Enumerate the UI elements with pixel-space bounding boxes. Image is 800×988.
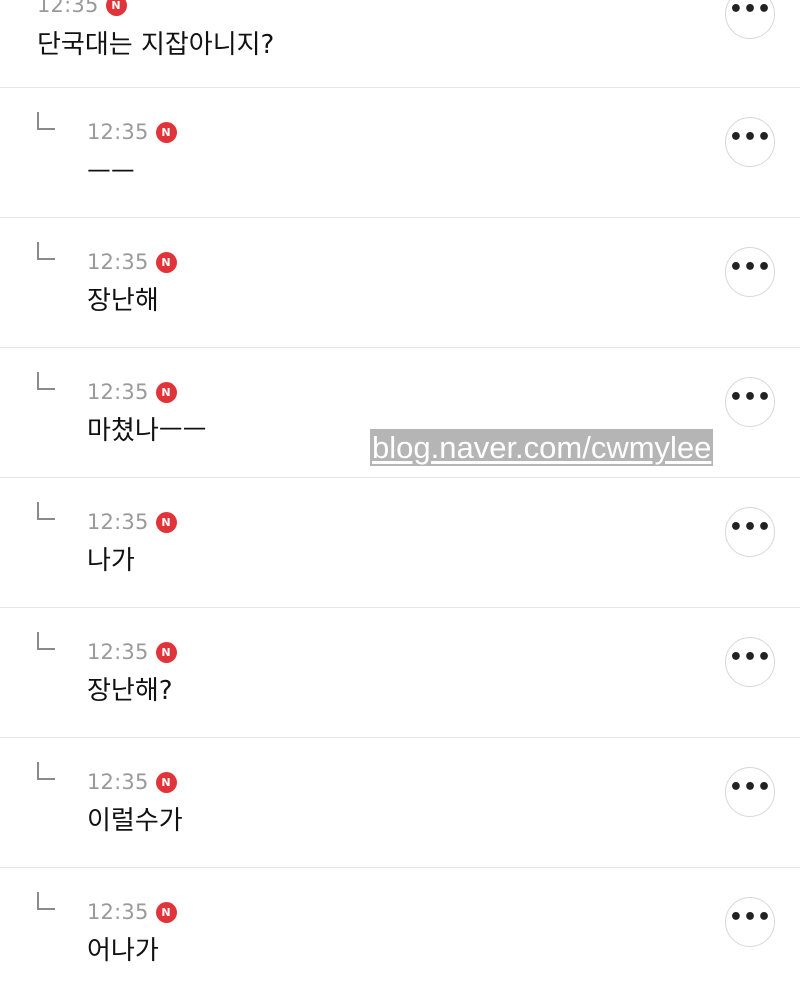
reply-arrow-icon: [37, 372, 55, 390]
reply-item: 12:35 N 나가 •••: [0, 478, 800, 608]
comment-meta: 12:35 N: [87, 119, 177, 145]
reply-item: 12:35 N 이럴수가 •••: [0, 738, 800, 868]
reply-arrow-icon: [37, 112, 55, 130]
comment-text: 어나가: [87, 936, 159, 966]
comment-text: 마쳤나ㅡㅡ: [87, 416, 207, 446]
watermark-link: blog.naver.com/cwmylee: [370, 429, 714, 466]
new-badge-icon: N: [155, 251, 177, 273]
comment-text: 단국대는 지잡아니지?: [37, 30, 275, 60]
more-options-icon: •••: [728, 644, 772, 670]
comment-meta: 12:35 N: [87, 249, 177, 275]
comment-text: 나가: [87, 546, 135, 576]
more-options-icon: •••: [728, 384, 772, 410]
more-options-button[interactable]: •••: [725, 377, 775, 427]
more-options-button[interactable]: •••: [725, 0, 775, 39]
reply-item: 12:35 N 어나가 •••: [0, 868, 800, 988]
more-options-button[interactable]: •••: [725, 117, 775, 167]
comment-time: 12:35: [87, 900, 149, 924]
comment-text: 이럴수가: [87, 806, 183, 836]
comment-time: 12:35: [87, 640, 149, 664]
comment-time: 12:35: [87, 770, 149, 794]
new-badge-icon: N: [155, 641, 177, 663]
comment-text: 장난해: [87, 286, 159, 316]
reply-arrow-icon: [37, 892, 55, 910]
more-options-icon: •••: [728, 514, 772, 540]
reply-item: 12:35 N ㅡㅡ •••: [0, 88, 800, 218]
more-options-button[interactable]: •••: [725, 637, 775, 687]
reply-item: 12:35 N 장난해? •••: [0, 608, 800, 738]
more-options-icon: •••: [728, 0, 772, 22]
comment-text: 장난해?: [87, 676, 173, 706]
new-badge-icon: N: [155, 511, 177, 533]
reply-arrow-icon: [37, 242, 55, 260]
more-options-button[interactable]: •••: [725, 897, 775, 947]
comment-time: 12:35: [87, 120, 149, 144]
new-badge-icon: N: [105, 0, 127, 16]
comment-time: 12:35: [87, 380, 149, 404]
reply-arrow-icon: [37, 632, 55, 650]
more-options-icon: •••: [728, 904, 772, 930]
comment-time: 12:35: [37, 0, 99, 17]
comment-meta: 12:35 N: [87, 769, 177, 795]
comment-meta: 12:35 N: [37, 0, 127, 18]
comment-text: ㅡㅡ: [87, 158, 135, 188]
more-options-icon: •••: [728, 254, 772, 280]
comment-time: 12:35: [87, 250, 149, 274]
comment-time: 12:35: [87, 510, 149, 534]
comment-meta: 12:35 N: [87, 899, 177, 925]
more-options-button[interactable]: •••: [725, 507, 775, 557]
more-options-icon: •••: [728, 124, 772, 150]
new-badge-icon: N: [155, 771, 177, 793]
comment-meta: 12:35 N: [87, 509, 177, 535]
more-options-icon: •••: [728, 774, 772, 800]
comment-item: 12:35 N 단국대는 지잡아니지? •••: [0, 0, 800, 88]
new-badge-icon: N: [155, 381, 177, 403]
more-options-button[interactable]: •••: [725, 247, 775, 297]
more-options-button[interactable]: •••: [725, 767, 775, 817]
comment-meta: 12:35 N: [87, 379, 177, 405]
new-badge-icon: N: [155, 121, 177, 143]
new-badge-icon: N: [155, 901, 177, 923]
reply-item: 12:35 N 장난해 •••: [0, 218, 800, 348]
comment-meta: 12:35 N: [87, 639, 177, 665]
reply-arrow-icon: [37, 762, 55, 780]
reply-arrow-icon: [37, 502, 55, 520]
